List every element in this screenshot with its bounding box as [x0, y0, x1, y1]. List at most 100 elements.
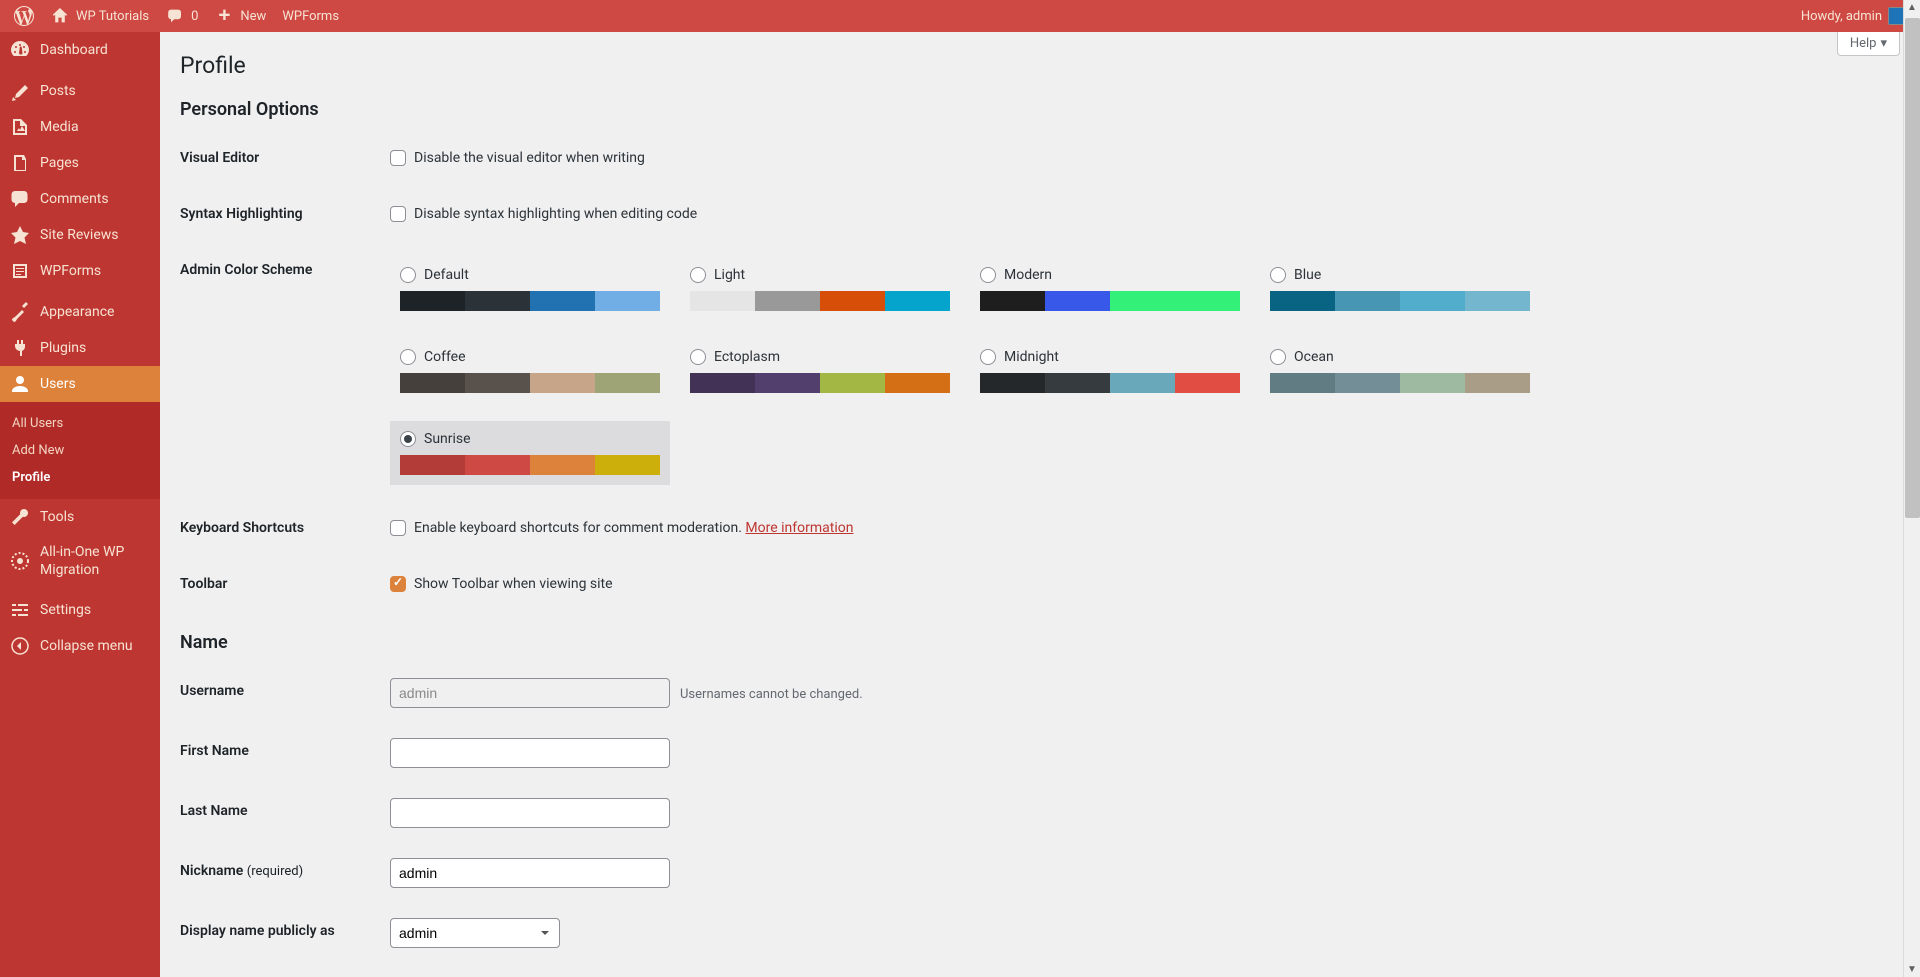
color-radio-default[interactable]	[400, 267, 416, 283]
first-name-input[interactable]	[390, 738, 670, 768]
nickname-input[interactable]	[390, 858, 670, 888]
dashboard-icon	[10, 40, 30, 60]
submenu-add-new[interactable]: Add New	[0, 437, 160, 464]
color-scheme-coffee[interactable]: Coffee	[390, 339, 670, 403]
vertical-scrollbar[interactable]: ▲ ▼	[1903, 0, 1920, 977]
display-name-select[interactable]: admin	[390, 918, 560, 948]
scroll-thumb[interactable]	[1905, 18, 1920, 518]
color-radio-light[interactable]	[690, 267, 706, 283]
sidebar-item-migration[interactable]: All-in-One WP Migration	[0, 535, 160, 587]
sidebar-item-users[interactable]: Users	[0, 366, 160, 402]
sidebar-item-media[interactable]: Media	[0, 109, 160, 145]
section-name: Name	[180, 632, 1900, 653]
shortcuts-toggle[interactable]: Enable keyboard shortcuts for comment mo…	[390, 520, 1890, 536]
shortcuts-label: Keyboard Shortcuts	[180, 500, 380, 556]
toolbar-checkbox[interactable]	[390, 576, 406, 592]
users-icon	[10, 374, 30, 394]
site-name-link[interactable]: WP Tutorials	[42, 0, 157, 32]
sidebar-item-appearance[interactable]: Appearance	[0, 294, 160, 330]
color-radio-midnight[interactable]	[980, 349, 996, 365]
color-radio-sunrise[interactable]	[400, 431, 416, 447]
submenu-all-users[interactable]: All Users	[0, 410, 160, 437]
sidebar-item-comments[interactable]: Comments	[0, 181, 160, 217]
media-icon	[10, 117, 30, 137]
syntax-toggle[interactable]: Disable syntax highlighting when editing…	[390, 206, 1890, 222]
brush-icon	[10, 302, 30, 322]
section-personal-options: Personal Options	[180, 99, 1900, 120]
wpforms-adminbar-link[interactable]: WPForms	[274, 0, 347, 32]
scroll-up-arrow[interactable]: ▲	[1907, 2, 1917, 13]
display-name-label: Display name publicly as	[180, 903, 380, 963]
color-palette	[400, 373, 660, 393]
username-description: Usernames cannot be changed.	[680, 687, 863, 702]
visual-editor-label: Visual Editor	[180, 130, 380, 186]
sidebar-item-tools[interactable]: Tools	[0, 499, 160, 535]
color-palette	[980, 291, 1240, 311]
admin-sidebar: Dashboard Posts Media Pages Comments Sit…	[0, 32, 160, 977]
home-icon	[50, 6, 70, 26]
pages-icon	[10, 153, 30, 173]
main-content: Help ▾ Profile Personal Options Visual E…	[160, 32, 1920, 977]
username-label: Username	[180, 663, 380, 723]
wp-logo-menu[interactable]	[6, 0, 42, 32]
color-scheme-default[interactable]: Default	[390, 257, 670, 321]
color-palette	[690, 373, 950, 393]
sidebar-item-settings[interactable]: Settings	[0, 592, 160, 628]
color-scheme-blue[interactable]: Blue	[1260, 257, 1540, 321]
wpforms-icon	[10, 261, 30, 281]
shortcuts-checkbox[interactable]	[390, 520, 406, 536]
sidebar-item-plugins[interactable]: Plugins	[0, 330, 160, 366]
color-scheme-midnight[interactable]: Midnight	[970, 339, 1250, 403]
sidebar-item-posts[interactable]: Posts	[0, 73, 160, 109]
syntax-checkbox[interactable]	[390, 206, 406, 222]
toolbar-toggle[interactable]: Show Toolbar when viewing site	[390, 576, 1890, 592]
username-input	[390, 678, 670, 708]
wordpress-icon	[14, 6, 34, 26]
color-scheme-ocean[interactable]: Ocean	[1260, 339, 1540, 403]
color-palette	[980, 373, 1240, 393]
plus-icon	[214, 6, 234, 26]
nickname-label: Nickname (required)	[180, 843, 380, 903]
color-palette	[1270, 373, 1530, 393]
color-radio-blue[interactable]	[1270, 267, 1286, 283]
plug-icon	[10, 338, 30, 358]
color-radio-ectoplasm[interactable]	[690, 349, 706, 365]
color-radio-modern[interactable]	[980, 267, 996, 283]
comments-count: 0	[191, 9, 198, 24]
users-submenu: All Users Add New Profile	[0, 402, 160, 499]
sidebar-item-site-reviews[interactable]: Site Reviews	[0, 217, 160, 253]
chevron-down-icon: ▾	[1880, 36, 1887, 51]
shortcuts-more-info-link[interactable]: More information	[745, 520, 853, 536]
color-scheme-light[interactable]: Light	[680, 257, 960, 321]
last-name-input[interactable]	[390, 798, 670, 828]
color-radio-coffee[interactable]	[400, 349, 416, 365]
new-label: New	[240, 9, 266, 24]
my-account-link[interactable]: Howdy, admin	[1793, 0, 1914, 32]
pin-icon	[10, 81, 30, 101]
color-scheme-picker: DefaultLightModernBlue CoffeeEctoplasmMid…	[390, 257, 1890, 485]
color-scheme-modern[interactable]: Modern	[970, 257, 1250, 321]
toolbar-label: Toolbar	[180, 556, 380, 612]
color-scheme-sunrise[interactable]: Sunrise	[390, 421, 670, 485]
sidebar-item-dashboard[interactable]: Dashboard	[0, 32, 160, 68]
color-palette	[1270, 291, 1530, 311]
color-palette	[400, 291, 660, 311]
page-title: Profile	[180, 52, 1900, 79]
sidebar-item-wpforms[interactable]: WPForms	[0, 253, 160, 289]
comments-link[interactable]: 0	[157, 0, 206, 32]
visual-editor-checkbox[interactable]	[390, 150, 406, 166]
submenu-profile[interactable]: Profile	[0, 464, 160, 491]
sidebar-item-pages[interactable]: Pages	[0, 145, 160, 181]
site-name-text: WP Tutorials	[76, 9, 149, 24]
comment-icon	[165, 6, 185, 26]
new-content-link[interactable]: New	[206, 0, 274, 32]
star-icon	[10, 225, 30, 245]
wpforms-label: WPForms	[282, 9, 339, 24]
color-scheme-ectoplasm[interactable]: Ectoplasm	[680, 339, 960, 403]
scroll-down-arrow[interactable]: ▼	[1907, 964, 1917, 975]
sidebar-collapse[interactable]: Collapse menu	[0, 628, 160, 664]
visual-editor-toggle[interactable]: Disable the visual editor when writing	[390, 150, 1890, 166]
color-palette	[690, 291, 950, 311]
color-radio-ocean[interactable]	[1270, 349, 1286, 365]
help-tab[interactable]: Help ▾	[1837, 32, 1900, 56]
